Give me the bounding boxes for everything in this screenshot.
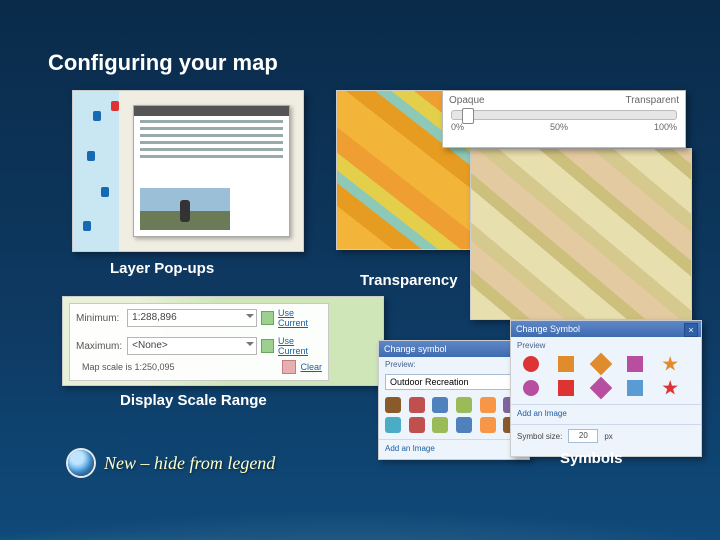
symbol-category-dropdown[interactable]: Outdoor Recreation [385, 374, 523, 390]
use-current-link[interactable]: Use Current [278, 308, 322, 328]
new-feature-text: New – hide from legend [104, 453, 275, 474]
slider-tick: 50% [550, 122, 568, 132]
map-pin-icon [87, 151, 95, 161]
symbol-icon[interactable] [480, 397, 496, 413]
label-symbols: Symbols [560, 450, 623, 467]
px-label: px [604, 432, 612, 441]
slider-label-transparent: Transparent [625, 95, 679, 106]
popup-titlebar [134, 106, 289, 116]
add-image-link[interactable]: Add an Image [385, 444, 435, 453]
screenshot-symbols-shapes: Change Symbol × Preview Add an Image Sym… [510, 320, 702, 457]
slider-label-opaque: Opaque [449, 95, 485, 106]
shape-square-icon[interactable] [627, 356, 643, 372]
current-scale-note: Map scale is 1:250,095 [76, 362, 181, 372]
clear-link[interactable]: Clear [300, 362, 322, 372]
label-layer-popups: Layer Pop-ups [110, 260, 214, 277]
dialog-header: Change Symbol × [511, 321, 701, 337]
map-pin-icon [101, 187, 109, 197]
size-label: Symbol size: [517, 432, 562, 441]
slider-thumb[interactable] [462, 108, 474, 124]
shape-grid [511, 350, 701, 402]
transparency-slider[interactable] [451, 110, 677, 120]
symbol-icon[interactable] [432, 397, 448, 413]
map-pin-icon [93, 111, 101, 121]
slide: Configuring your map Layer Pop-ups Opaqu… [0, 0, 720, 540]
screenshot-layer-popups [72, 90, 304, 252]
size-input[interactable]: 20 [568, 429, 598, 443]
category-label: Preview: [379, 357, 529, 369]
shape-square-icon[interactable] [558, 356, 574, 372]
slider-tick: 100% [654, 122, 677, 132]
symbol-grid [379, 395, 529, 435]
map-pin-icon [83, 221, 91, 231]
shape-square-icon[interactable] [627, 380, 643, 396]
shape-circle-icon[interactable] [523, 356, 539, 372]
symbol-icon[interactable] [385, 397, 401, 413]
screenshot-symbols-picture: Change symbol Preview: Outdoor Recreatio… [378, 340, 530, 460]
scale-range-panel: Minimum: 1:288,896 Use Current Maximum: … [69, 303, 329, 381]
map-popup[interactable] [133, 105, 290, 237]
label-transparency: Transparency [360, 272, 458, 289]
slide-title: Configuring your map [48, 50, 278, 76]
shape-star-icon[interactable] [662, 356, 678, 372]
new-feature-line: New – hide from legend [68, 450, 275, 476]
shape-diamond-icon[interactable] [589, 353, 612, 376]
map-pin-icon [111, 101, 119, 111]
symbol-icon[interactable] [456, 397, 472, 413]
symbol-icon[interactable] [409, 417, 425, 433]
scale-icon [261, 311, 274, 325]
max-scale-label: Maximum: [76, 341, 123, 352]
shape-square-icon[interactable] [558, 380, 574, 396]
person-icon [180, 200, 190, 222]
screenshot-scale-range: Minimum: 1:288,896 Use Current Maximum: … [62, 296, 384, 386]
add-image-link[interactable]: Add an Image [517, 409, 567, 418]
max-scale-combo[interactable]: <None> [127, 337, 257, 355]
dialog-header: Change symbol [379, 341, 529, 357]
symbol-icon[interactable] [456, 417, 472, 433]
preview-label: Preview [511, 337, 701, 350]
popup-photo [140, 188, 230, 230]
symbol-icon[interactable] [432, 417, 448, 433]
min-scale-combo[interactable]: 1:288,896 [127, 309, 257, 327]
globe-icon [68, 450, 94, 476]
shape-star-icon[interactable] [662, 380, 678, 396]
dialog-title: Change Symbol [516, 324, 580, 334]
transparency-slider-panel: Opaque Transparent 0% 50% 100% [442, 90, 686, 148]
min-scale-label: Minimum: [76, 313, 123, 324]
scale-icon [261, 339, 274, 353]
close-icon[interactable]: × [684, 323, 698, 337]
label-scale-range: Display Scale Range [120, 392, 267, 409]
shape-circle-icon[interactable] [523, 380, 539, 396]
use-current-link[interactable]: Use Current [278, 336, 322, 356]
screenshot-transparency-transparent [470, 148, 692, 320]
symbol-icon[interactable] [480, 417, 496, 433]
symbol-icon[interactable] [409, 397, 425, 413]
symbol-icon[interactable] [385, 417, 401, 433]
shape-diamond-icon[interactable] [589, 377, 612, 400]
clear-icon [282, 360, 296, 374]
